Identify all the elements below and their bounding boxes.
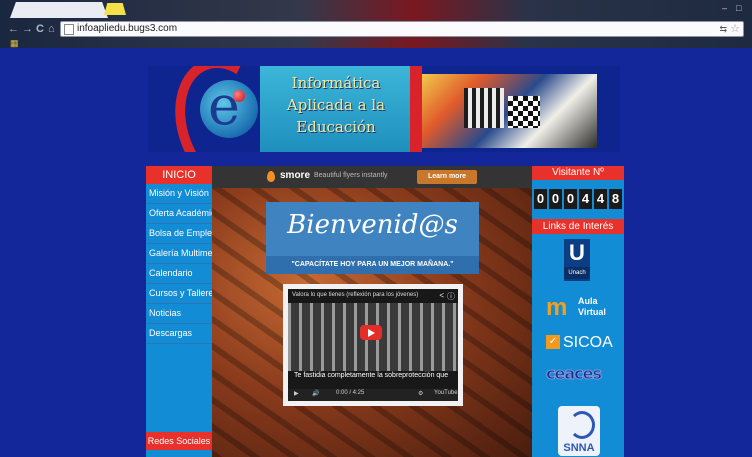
video-controls: ▶ 🔊 0:00 / 4:25 ⚙ YouTube xyxy=(288,389,458,401)
counter-digit: 0 xyxy=(534,189,547,209)
artwork-detail-checker xyxy=(508,96,540,128)
settings-gear-icon[interactable]: ⚙ xyxy=(418,390,423,397)
banner-title-line-1: Informática xyxy=(291,74,381,92)
sidebar-item-descargas[interactable]: Descargas xyxy=(146,324,212,344)
logo-letter-e: e xyxy=(208,74,240,137)
moodle-icon: m xyxy=(546,294,568,321)
translate-icon[interactable]: ⇆ xyxy=(719,22,727,36)
minimize-icon[interactable]: – xyxy=(722,3,727,13)
video-frame[interactable]: Valora lo que tienes (reflexión para los… xyxy=(288,289,458,401)
aula-label-line-1: Aula xyxy=(578,296,598,306)
welcome-heading: Bienvenid@s xyxy=(287,210,458,240)
address-bar[interactable]: infoapliedu.bugs3.com ⇆ ☆ xyxy=(60,21,744,37)
forward-icon[interactable]: → xyxy=(22,21,33,37)
volume-icon[interactable]: 🔊 xyxy=(312,390,319,397)
play-icon[interactable]: ▶ xyxy=(294,390,299,397)
visitor-counter: 0 0 0 4 4 8 xyxy=(534,189,622,209)
aula-virtual-link[interactable]: m Aula Virtual xyxy=(546,294,616,322)
counter-digit: 0 xyxy=(564,189,577,209)
sicoa-label: SICOA xyxy=(563,334,613,351)
aula-label-line-2: Virtual xyxy=(578,307,606,317)
banner-title-line-2: Aplicada a la xyxy=(286,96,386,114)
video-caption: Te fastidia completamente la sobreprotec… xyxy=(294,372,449,379)
browser-tab-active[interactable] xyxy=(10,2,108,18)
left-sidebar: INICIO Misión y Visión Oferta Académica … xyxy=(146,166,212,457)
maximize-icon[interactable]: □ xyxy=(736,3,741,13)
sicoa-link[interactable]: ✓ SICOA xyxy=(546,332,616,354)
sidebar-footer-redes[interactable]: Redes Sociales xyxy=(146,432,212,450)
browser-chrome: – □ ← → C ⌂ infoapliedu.bugs3.com ⇆ ☆ ▦ xyxy=(0,0,752,48)
video-title[interactable]: Valora lo que tienes (reflexión para los… xyxy=(292,292,418,298)
sidebar-item-galeria[interactable]: Galería Multimedia xyxy=(146,244,212,264)
reload-icon[interactable]: C xyxy=(36,21,44,37)
welcome-motto: "CAPACÍTATE HOY PARA UN MEJOR MAÑANA." xyxy=(266,256,479,274)
sidebar-item-calendario[interactable]: Calendario xyxy=(146,264,212,284)
share-icon[interactable]: < xyxy=(439,291,444,300)
address-url[interactable]: infoapliedu.bugs3.com xyxy=(77,22,177,36)
ceaces-logo: ceaces xyxy=(546,364,603,384)
smore-flame-icon xyxy=(267,171,275,182)
counter-digit: 8 xyxy=(609,189,622,209)
snna-link[interactable]: SNNA xyxy=(558,406,600,456)
home-icon[interactable]: ⌂ xyxy=(48,21,55,37)
youtube-logo[interactable]: YouTube xyxy=(434,390,458,396)
sidebar-item-mision[interactable]: Misión y Visión xyxy=(146,184,212,204)
info-icon[interactable]: ⓘ xyxy=(447,291,455,302)
counter-digit: 0 xyxy=(549,189,562,209)
artwork-detail-keys xyxy=(464,88,504,128)
links-header: Links de Interés xyxy=(532,219,624,234)
banner-divider xyxy=(410,66,422,152)
bookmark-star-icon[interactable]: ☆ xyxy=(730,22,740,36)
unach-logo-icon: U xyxy=(569,240,585,265)
smore-brand[interactable]: smore xyxy=(280,170,310,181)
counter-digit: 4 xyxy=(579,189,592,209)
banner-title-line-3: Educación xyxy=(296,118,376,136)
sidebar-item-bolsa[interactable]: Bolsa de Empleo xyxy=(146,224,212,244)
visitor-header: Visitante Nº xyxy=(532,166,624,180)
counter-digit: 4 xyxy=(594,189,607,209)
snna-spiral-icon xyxy=(569,411,595,439)
main-content: smore Beautiful flyers instantly Learn m… xyxy=(212,166,532,457)
sicoa-check-icon: ✓ xyxy=(546,335,560,349)
sidebar-header-inicio[interactable]: INICIO xyxy=(146,166,212,184)
site-banner[interactable]: e Informática Aplicada a la Educación xyxy=(148,66,620,152)
back-icon[interactable]: ← xyxy=(8,21,19,37)
apps-icon[interactable]: ▦ xyxy=(10,38,19,49)
learn-more-button[interactable]: Learn more xyxy=(417,170,477,184)
welcome-card: Bienvenid@s "CAPACÍTATE HOY PARA UN MEJO… xyxy=(266,202,479,274)
tab-strip: – □ xyxy=(0,0,752,18)
new-tab-button[interactable] xyxy=(104,3,126,15)
unach-label: Unach xyxy=(564,267,590,279)
snna-label: SNNA xyxy=(563,442,595,454)
video-embed[interactable]: Valora lo que tienes (reflexión para los… xyxy=(283,284,463,406)
ceaces-link[interactable]: ceaces xyxy=(546,364,620,390)
sidebar-item-oferta[interactable]: Oferta Académica xyxy=(146,204,212,224)
smore-tagline: Beautiful flyers instantly xyxy=(314,172,388,179)
play-button-icon[interactable] xyxy=(360,325,382,340)
smore-bar: smore Beautiful flyers instantly Learn m… xyxy=(212,166,532,188)
page-icon xyxy=(64,24,74,35)
banner-title: Informática Aplicada a la Educación xyxy=(266,72,406,138)
video-time: 0:00 / 4:25 xyxy=(336,390,365,396)
aula-virtual-label: Aula Virtual xyxy=(578,296,606,318)
logo-ball-icon xyxy=(233,90,245,102)
unach-link[interactable]: U Unach xyxy=(564,239,590,281)
sidebar-item-cursos[interactable]: Cursos y Talleres xyxy=(146,284,212,304)
sidebar-item-noticias[interactable]: Noticias xyxy=(146,304,212,324)
right-sidebar: Visitante Nº 0 0 0 4 4 8 Links de Interé… xyxy=(532,166,624,457)
